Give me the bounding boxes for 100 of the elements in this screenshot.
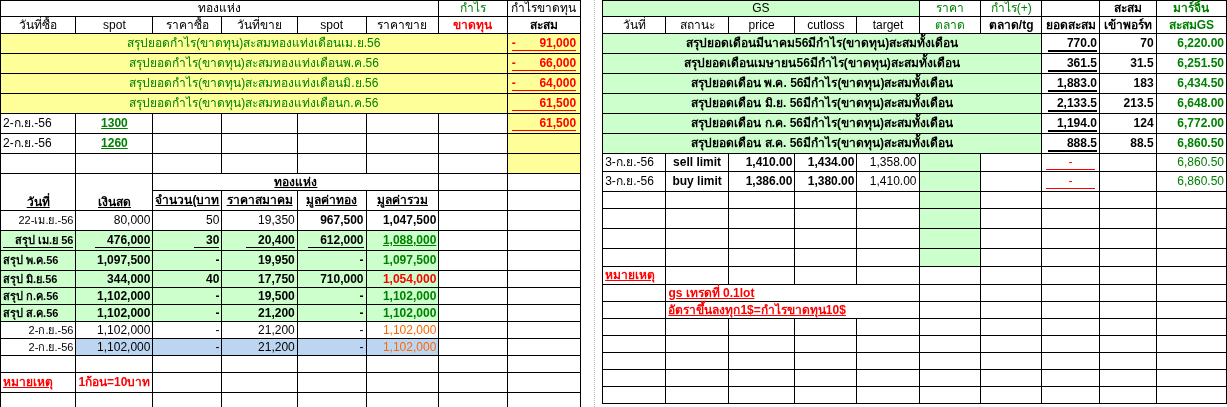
summary-label: สรุปยอดกำไร(ขาดทุน)สะสมทองแท่งเดือนก.ค.56: [0, 93, 508, 114]
table-cell: 80,000: [113, 213, 151, 228]
table-cell: 40: [206, 271, 220, 287]
sign-text: -: [511, 76, 516, 90]
column-header: target: [856, 16, 920, 34]
summary-label: สรุปยอดกำไร(ขาดทุน)สะสมทองแท่งเดือนมิ.ย.56: [0, 73, 508, 94]
table-cell: 1,102,000: [382, 305, 437, 321]
column-header: กำไร: [438, 0, 508, 17]
table-cell: 50: [206, 213, 220, 228]
amount-text: 91,000: [539, 36, 577, 50]
section-title: GS: [602, 0, 920, 17]
sign-text: -: [511, 56, 516, 70]
note-label: หมายเหตุ: [3, 375, 53, 389]
table-cell: 1300: [101, 116, 128, 130]
table-cell: 22-เม.ย.-56: [18, 213, 74, 228]
table-cell: -: [215, 339, 220, 355]
column-header: เข้าพอร์ท: [1099, 16, 1157, 34]
table-cell: 6,251.50: [1156, 53, 1227, 74]
note-text: gs เทรดที่ 0.1lot: [668, 285, 755, 300]
table-cell: 1,883.0: [1056, 75, 1097, 90]
table-cell: 1,102,000: [97, 288, 151, 304]
table-cell: 770.0: [1066, 35, 1097, 50]
table-cell: 1260: [101, 136, 128, 150]
table-cell: -: [215, 305, 220, 321]
column-header: มูลค่าทอง: [306, 193, 358, 207]
column-header: สะสมGS: [1156, 16, 1227, 34]
table-cell: 2-ก.ย.-56: [0, 113, 76, 134]
table-cell: 710,000: [320, 271, 364, 287]
table-cell: 213.5: [1099, 93, 1157, 114]
table-cell: 19,350: [258, 213, 295, 228]
table-cell: 1,386.00: [728, 171, 795, 192]
table-cell: 1,047,500: [382, 213, 437, 228]
amount-text: 61,500: [539, 116, 577, 130]
table-cell: 19,950: [258, 253, 295, 268]
table-cell: 17,750: [258, 271, 295, 287]
table-cell: 612,000: [308, 233, 364, 248]
column-header: ราคาซื้อ: [152, 16, 222, 34]
table-cell: สรุป มิ.ย.56: [3, 271, 58, 287]
table-cell: -: [1068, 155, 1073, 169]
table-cell: 31.5: [1099, 53, 1157, 74]
section-title: ทองแห่ง: [274, 174, 318, 189]
table-cell: 6,220.00: [1156, 33, 1227, 54]
column-header: สถานะ: [665, 16, 729, 34]
summary-label: สรุปยอดเดือน พ.ค. 56มีกำไร(ขาดทุน)สะสมทั้งเดือน: [602, 73, 1042, 94]
table-cell: 21,200: [258, 322, 295, 338]
table-cell: 1,102,000: [382, 339, 437, 355]
table-cell: -: [359, 253, 364, 268]
table-cell: 1,358.00: [856, 153, 920, 172]
column-header: ราคาสมาคม: [226, 193, 293, 207]
column-header: วันที่: [602, 16, 666, 34]
table-cell: 476,000: [95, 233, 151, 248]
table-cell: -: [359, 339, 364, 355]
column-header: สะสม: [1099, 0, 1157, 17]
column-header: จำนวน(บาท: [155, 193, 220, 207]
table-cell: -: [215, 288, 220, 304]
table-cell: 1,097,500: [382, 253, 437, 268]
column-header: spot: [297, 16, 366, 34]
column-header: กำไรขาดทุน: [507, 0, 581, 17]
section-title: ทองแห่ง: [0, 0, 439, 17]
table-cell: สรุป พ.ค.56: [3, 253, 59, 268]
table-cell: -: [359, 322, 364, 338]
column-header: ยอดสะสม: [1041, 16, 1100, 34]
column-header: ขาดทุน: [438, 16, 508, 34]
table-cell: 1,194.0: [1056, 115, 1097, 130]
table-cell: sell limit: [665, 153, 729, 172]
amount-text: 64,000: [539, 76, 577, 90]
table-cell: สรุป ส.ค.56: [3, 305, 59, 321]
table-cell: 1,102,000: [382, 288, 437, 304]
table-cell: 6,860.50: [1156, 153, 1227, 172]
table-cell: 1,380.00: [794, 171, 857, 192]
column-header: เงินสด: [97, 195, 131, 209]
table-cell: 88.5: [1099, 133, 1157, 154]
table-cell: buy limit: [665, 171, 729, 192]
column-header: ตลาด: [919, 16, 981, 34]
table-cell: -: [359, 305, 364, 321]
table-cell: 3-ก.ย.-56: [602, 153, 666, 172]
summary-label: สรุปยอดเดือน ส.ค. 56มีกำไร(ขาดทุน)สะสมทั้งเดือน: [602, 133, 1042, 154]
amount-text: 61,500: [539, 96, 577, 110]
table-cell: 1,088,000: [382, 233, 437, 248]
table-cell: 21,200: [258, 339, 295, 355]
table-cell: 183: [1099, 73, 1157, 94]
column-header: กำไร(+): [980, 0, 1042, 17]
summary-label: สรุปยอดเดือน มิ.ย. 56มีกำไร(ขาดทุน)สะสมทั้งเดือน: [602, 93, 1042, 114]
table-cell: 2,133.5: [1056, 95, 1097, 110]
table-cell: 1,102,000: [97, 305, 151, 321]
column-header: วันที่: [26, 195, 50, 209]
summary-label: สรุปยอดกำไร(ขาดทุน)สะสมทองแท่งเดือนเม.ย.56: [0, 33, 508, 54]
amount-text: 66,000: [539, 56, 577, 70]
table-cell: 6,772.00: [1156, 113, 1227, 134]
summary-label: สรุปยอดกำไร(ขาดทุน)สะสมทองแท่งเดือนพ.ค.56: [0, 53, 508, 74]
table-cell: 1,097,500: [97, 253, 151, 268]
table-cell: -: [215, 322, 220, 338]
table-cell: สรุป ก.ค.56: [3, 288, 59, 304]
summary-label: สรุปยอดเดือนเมษายน56มีกำไร(ขาดทุน)สะสมทั้งเดือน: [602, 53, 1042, 74]
table-cell: 1,102,000: [97, 322, 151, 338]
table-cell: 70: [1099, 33, 1157, 54]
column-header: price: [728, 16, 795, 34]
column-header: spot: [75, 16, 153, 34]
column-header: ราคาขาย: [366, 16, 439, 34]
column-header: ตลาด/tg: [980, 16, 1042, 34]
